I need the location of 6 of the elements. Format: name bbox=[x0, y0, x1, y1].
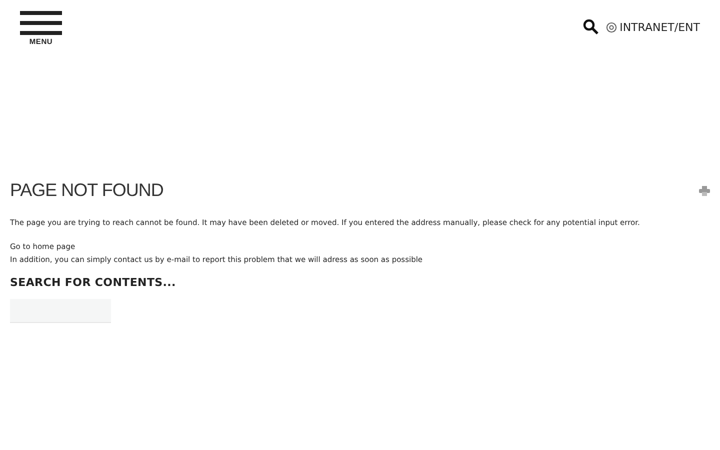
intranet-link[interactable]: INTRANET/ENT bbox=[606, 20, 700, 34]
menu-icon bbox=[20, 11, 62, 35]
search-field[interactable] bbox=[10, 299, 111, 323]
search-heading: SEARCH FOR CONTENTS... bbox=[10, 276, 177, 289]
search-icon[interactable] bbox=[582, 19, 599, 35]
page-title: PAGE NOT FOUND bbox=[10, 180, 164, 201]
